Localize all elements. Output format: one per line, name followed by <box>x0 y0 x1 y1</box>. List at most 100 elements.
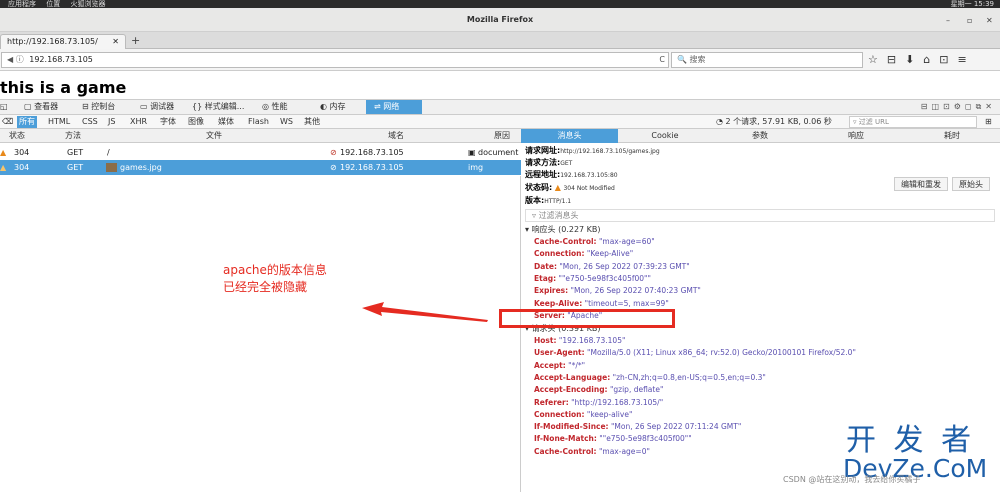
trash-icon[interactable]: ⌫ <box>0 116 15 128</box>
header-line[interactable]: Referer: "http://192.168.73.105/" <box>534 397 663 409</box>
header-line[interactable]: If-None-Match: ""e750-5e98f3c405f00"" <box>534 433 692 445</box>
places-menu[interactable]: 位置 <box>46 0 60 8</box>
header-name: Cache-Control: <box>534 237 597 246</box>
col-method[interactable]: 方法 <box>65 129 81 143</box>
header-line[interactable]: Accept: "*/*" <box>534 360 585 372</box>
tab-performance[interactable]: ◎ 性能 <box>262 100 288 114</box>
tab-memory[interactable]: ◐ 内存 <box>320 100 346 114</box>
header-name: Cache-Control: <box>534 446 597 456</box>
header-value: ""e750-5e98f3c405f00"" <box>599 434 692 444</box>
header-line[interactable]: Cache-Control: "max-age=0" <box>534 446 650 458</box>
search-placeholder: 搜索 <box>689 55 706 64</box>
browser-tab[interactable]: http://192.168.73.105/ ✕ <box>0 34 126 49</box>
devtools-window-icons[interactable]: ⊟◫⊡⚙◻⧉✕ <box>921 100 996 114</box>
filter-other[interactable]: 其他 <box>302 116 322 128</box>
warning-icon: ▲ <box>0 163 7 172</box>
header-line[interactable]: Cache-Control: "max-age=60" <box>534 236 655 248</box>
devtools-picker-icon[interactable]: ◱ <box>0 100 8 114</box>
new-tab-button[interactable]: + <box>131 34 140 47</box>
col-file[interactable]: 文件 <box>206 129 222 143</box>
back-arrow-icon[interactable]: ◀ ⓘ <box>7 53 24 67</box>
filter-css[interactable]: CSS <box>80 116 100 128</box>
header-name: Expires: <box>534 286 569 296</box>
col-status[interactable]: 状态 <box>9 129 25 143</box>
header-value: "max-age=60" <box>598 237 655 246</box>
clock[interactable]: 星期一 15:39 <box>951 0 994 8</box>
header-value: "Keep-Alive" <box>586 249 634 259</box>
tab-params[interactable]: 参数 <box>712 129 808 143</box>
active-app-name[interactable]: 火狐浏览器 <box>70 0 105 8</box>
tab-response[interactable]: 响应 <box>808 129 904 143</box>
request-list-empty-area <box>0 176 521 492</box>
tab-console[interactable]: ⊟ 控制台 <box>82 100 115 114</box>
row-method: GET <box>67 163 84 172</box>
header-line[interactable]: Keep-Alive: "timeout=5, max=99" <box>534 298 669 310</box>
header-line[interactable]: Date: "Mon, 26 Sep 2022 07:39:23 GMT" <box>534 261 690 273</box>
table-row[interactable]: ▲ 304 GET games.jpg ⊘ 192.168.73.105 img <box>0 160 521 175</box>
header-filter-input[interactable]: ▿ 过滤消息头 <box>525 209 995 222</box>
header-name: Keep-Alive: <box>534 298 583 308</box>
col-domain[interactable]: 域名 <box>388 129 404 143</box>
tab-cookie[interactable]: Cookie <box>618 129 712 143</box>
tab-timings[interactable]: 耗时 <box>904 129 1000 143</box>
maximize-button[interactable]: ▫ <box>967 16 972 25</box>
header-value: "http://192.168.73.105/" <box>571 397 664 407</box>
warning-icon: ▲ <box>0 148 7 157</box>
header-line[interactable]: Connection: "keep-alive" <box>534 409 632 421</box>
tab-debugger[interactable]: ▭ 调试器 <box>140 100 174 114</box>
header-name: Accept-Language: <box>534 372 611 382</box>
filter-images[interactable]: 图像 <box>186 116 206 128</box>
header-line[interactable]: If-Modified-Since: "Mon, 26 Sep 2022 07:… <box>534 421 741 433</box>
system-top-bar: 应用程序 位置 火狐浏览器 星期一 15:39 <box>0 0 1000 8</box>
insecure-lock-icon: ⊘ <box>330 148 337 157</box>
filter-html[interactable]: HTML <box>46 116 72 128</box>
row-status: 304 <box>14 163 30 172</box>
filter-url-input[interactable]: ▿ 过滤 URL <box>849 116 977 128</box>
watermark-logo-cn: 开 发 者 <box>846 423 976 458</box>
filter-fonts[interactable]: 字体 <box>158 116 178 128</box>
close-window-button[interactable]: ✕ <box>986 16 993 25</box>
tab-headers[interactable]: 消息头 <box>521 129 618 143</box>
reload-icon[interactable]: C <box>659 53 665 67</box>
url-bar[interactable]: ◀ ⓘ 192.168.73.105 C <box>1 52 669 68</box>
header-value: "Mon, 26 Sep 2022 07:11:24 GMT" <box>610 422 742 432</box>
filter-flash[interactable]: Flash <box>246 116 271 128</box>
header-line[interactable]: Etag: ""e750-5e98f3c405f00"" <box>534 273 651 285</box>
filter-all[interactable]: 所有 <box>17 116 37 128</box>
table-row[interactable]: ▲ 304 GET / ⊘ 192.168.73.105 ▣ document <box>0 145 521 160</box>
row-cause: document <box>478 148 519 157</box>
header-name: If-None-Match: <box>534 434 597 444</box>
filter-ws[interactable]: WS <box>278 116 295 128</box>
header-value: ""e750-5e98f3c405f00"" <box>558 273 651 283</box>
edit-resend-button[interactable]: 编辑和重发 <box>894 177 948 191</box>
header-line[interactable]: Accept-Language: "zh-CN,zh;q=0.8,en-US;q… <box>534 372 766 384</box>
header-line[interactable]: Connection: "Keep-Alive" <box>534 248 633 260</box>
header-line[interactable]: User-Agent: "Mozilla/5.0 (X11; Linux x86… <box>534 347 856 359</box>
navigation-toolbar: ◀ ⓘ 192.168.73.105 C 🔍 搜索 ☆⊟⬇⌂⊡≡ <box>0 49 1000 71</box>
tab-style-editor[interactable]: {} 样式编辑... <box>192 100 244 114</box>
tab-network[interactable]: ⇌ 网络 <box>366 100 422 114</box>
header-name: Connection: <box>534 409 585 419</box>
search-input[interactable]: 🔍 搜索 <box>671 52 863 68</box>
applications-menu[interactable]: 应用程序 <box>8 0 36 8</box>
filter-xhr[interactable]: XHR <box>128 116 149 128</box>
network-summary: ◔ 2 个请求, 57.91 KB, 0.06 秒 <box>716 117 832 126</box>
minimize-button[interactable]: – <box>946 16 950 25</box>
response-headers-toggle[interactable]: ▾ 响应头 (0.227 KB) <box>525 224 601 236</box>
tab-inspector[interactable]: ▢ 查看器 <box>24 100 58 114</box>
toggle-sidebar-icon[interactable]: ⊞ <box>983 116 994 128</box>
toolbar-icons[interactable]: ☆⊟⬇⌂⊡≡ <box>868 52 976 68</box>
header-value: "Mon, 26 Sep 2022 07:39:23 GMT" <box>559 261 690 271</box>
warning-icon: ▲ <box>554 183 561 192</box>
filter-media[interactable]: 媒体 <box>216 116 236 128</box>
close-tab-icon[interactable]: ✕ <box>112 35 119 48</box>
http-version: 版本:HTTP/1.1 <box>525 196 572 205</box>
header-line[interactable]: Accept-Encoding: "gzip, deflate" <box>534 384 663 396</box>
col-cause[interactable]: 原因 <box>494 129 510 143</box>
raw-headers-button[interactable]: 原始头 <box>952 177 990 191</box>
row-file: games.jpg <box>120 163 162 172</box>
header-line[interactable]: Expires: "Mon, 26 Sep 2022 07:40:23 GMT" <box>534 285 701 297</box>
insecure-lock-icon: ⊘ <box>330 163 337 172</box>
header-line[interactable]: Host: "192.168.73.105" <box>534 335 625 347</box>
filter-js[interactable]: JS <box>106 116 117 128</box>
